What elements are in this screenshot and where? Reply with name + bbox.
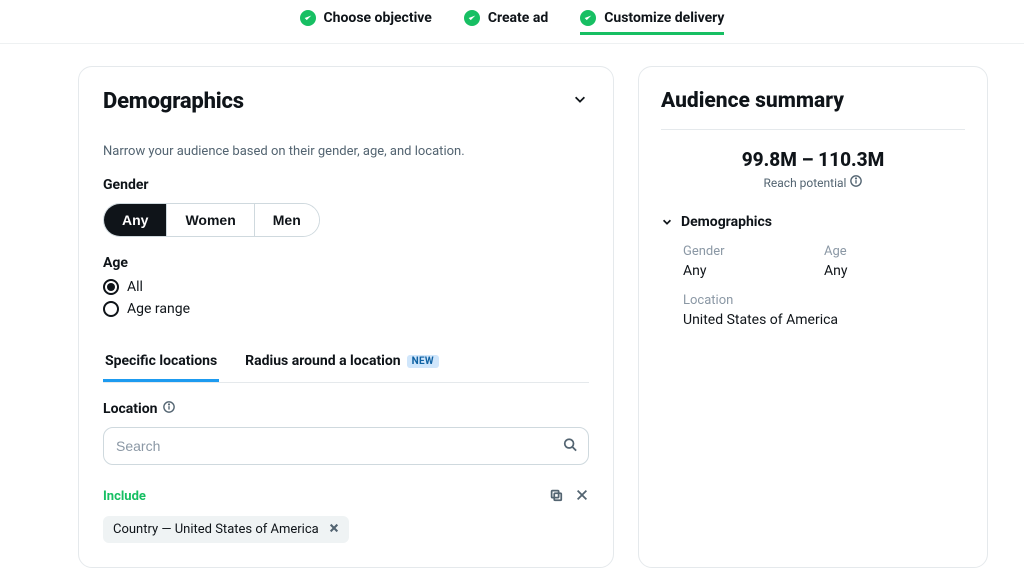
age-option-range[interactable]: Age range [103, 301, 589, 317]
location-chip: Country — United States of America [103, 516, 349, 543]
gender-option-any[interactable]: Any [104, 204, 167, 236]
radio-label: All [127, 279, 143, 295]
stepper: Choose objective Create ad Customize del… [0, 0, 1024, 44]
check-icon [464, 10, 480, 26]
audience-summary-panel: Audience summary 99.8M – 110.3M Reach po… [638, 66, 988, 568]
summary-location-key: Location [683, 293, 965, 308]
check-icon [580, 10, 596, 26]
step-create-ad[interactable]: Create ad [464, 10, 548, 35]
tab-specific-locations[interactable]: Specific locations [103, 345, 219, 382]
location-label: Location [103, 401, 589, 417]
panel-title: Demographics [103, 89, 244, 114]
summary-gender-key: Gender [683, 244, 824, 259]
location-search-input[interactable] [103, 427, 589, 465]
radio-icon [103, 301, 119, 317]
summary-location-val: United States of America [683, 312, 965, 328]
age-label: Age [103, 255, 589, 271]
step-label: Choose objective [324, 10, 432, 26]
step-choose-objective[interactable]: Choose objective [300, 10, 432, 35]
gender-option-women[interactable]: Women [167, 204, 254, 236]
tab-label: Radius around a location [245, 353, 400, 369]
chevron-down-icon [661, 216, 673, 228]
gender-label: Gender [103, 177, 589, 193]
summary-age-val: Any [824, 263, 965, 279]
reach-label: Reach potential [661, 175, 965, 190]
radio-label: Age range [127, 301, 190, 317]
panel-subtitle: Narrow your audience based on their gend… [103, 144, 589, 159]
step-label: Customize delivery [604, 10, 724, 26]
summary-section-toggle[interactable]: Demographics [661, 214, 965, 230]
step-label: Create ad [488, 10, 548, 26]
location-tabs: Specific locations Radius around a locat… [103, 345, 589, 383]
chevron-down-icon [573, 92, 587, 106]
info-icon[interactable] [850, 175, 862, 190]
step-customize-delivery[interactable]: Customize delivery [580, 10, 724, 35]
tab-radius-location[interactable]: Radius around a location NEW [243, 345, 441, 382]
info-icon[interactable] [163, 401, 175, 417]
include-label: Include [103, 489, 146, 504]
demographics-panel: Demographics Narrow your audience based … [78, 66, 614, 568]
tab-label: Specific locations [105, 353, 217, 369]
new-badge: NEW [407, 355, 439, 368]
summary-age-key: Age [824, 244, 965, 259]
chip-label: Country — United States of America [113, 522, 319, 537]
summary-gender-val: Any [683, 263, 824, 279]
search-icon [563, 437, 577, 456]
reach-value: 99.8M – 110.3M [661, 148, 965, 171]
chip-remove[interactable] [329, 522, 339, 537]
summary-values: Gender Age Any Any Location United State… [683, 244, 965, 328]
age-option-all[interactable]: All [103, 279, 589, 295]
collapse-toggle[interactable] [571, 89, 589, 112]
gender-option-men[interactable]: Men [255, 204, 319, 236]
summary-title: Audience summary [661, 89, 965, 113]
summary-section-label: Demographics [681, 214, 772, 230]
radio-icon [103, 279, 119, 295]
check-icon [300, 10, 316, 26]
copy-icon[interactable] [549, 487, 563, 506]
close-icon[interactable] [575, 487, 589, 506]
gender-segmented: Any Women Men [103, 203, 320, 237]
divider [661, 129, 965, 130]
